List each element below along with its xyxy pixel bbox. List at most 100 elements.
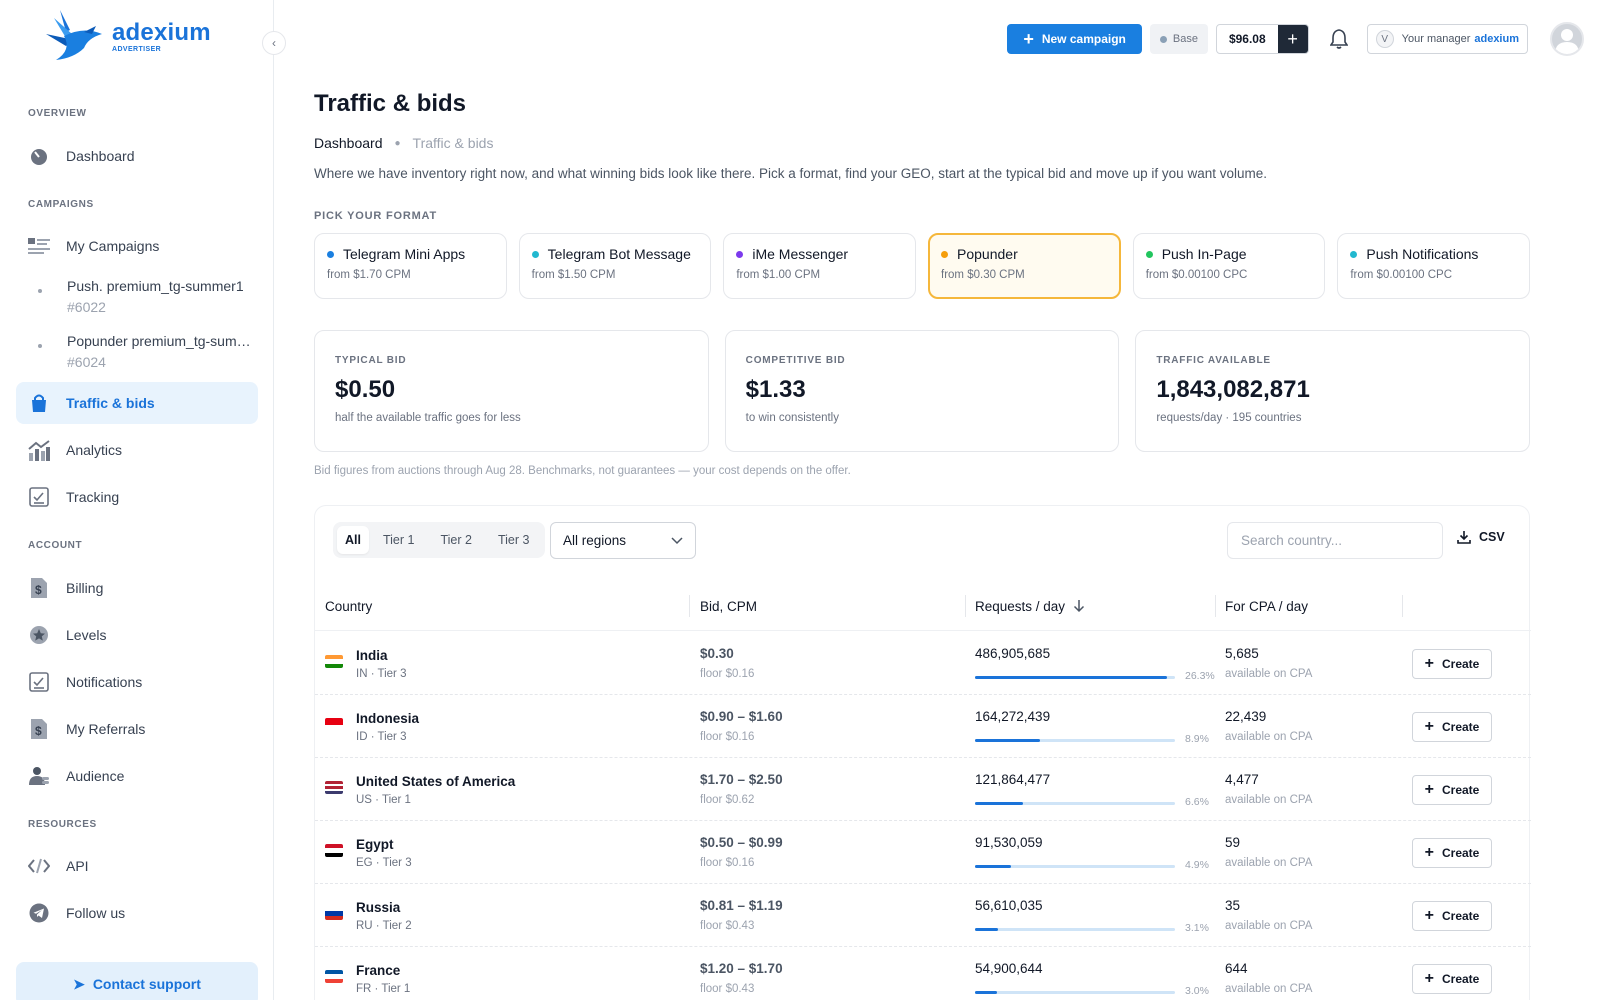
format-card[interactable]: Push In-Page from $0.00100 CPC [1132,233,1326,299]
format-card[interactable]: Telegram Bot Message from $1.50 CPM [518,233,712,299]
format-dot-icon [736,250,744,258]
format-dot-icon [327,250,334,258]
tier-tab-1[interactable]: Tier 1 [371,526,427,554]
bell-icon[interactable] [1327,27,1351,51]
bid-range: $0.50 – $0.99 [700,835,783,850]
manager-contact[interactable]: V Your manager adexium [1366,24,1528,54]
sidebar-campaign-6024[interactable]: Popunder premium_tg-summer2 #6024 [28,331,258,373]
region-select[interactable]: All regions [550,522,696,559]
cpa-subtext: available on CPA [1225,794,1313,806]
collapse-sidebar-button[interactable]: ‹ [262,31,286,55]
format-dot-icon [1350,250,1358,258]
traffic-share-fill [975,928,998,931]
requests-per-day: 486,905,685 [975,646,1051,661]
col-requests-label: Requests / day [975,598,1066,614]
flag-stripe [325,852,343,857]
stat-hint: requests/day · 195 countries [1156,412,1302,424]
sidebar-item-tracking[interactable]: Tracking [16,476,258,518]
table-row: Egypt EG · Tier 3 $0.50 – $0.99 floor $0… [315,821,1531,884]
format-card[interactable]: iMe Messenger from $1.00 CPM [723,233,917,299]
country-name: India [356,648,388,663]
page-title: Traffic & bids [314,90,467,117]
cpa-per-day: 59 [1225,835,1241,850]
chevron-down-icon [671,536,683,544]
tier-tab-2[interactable]: Tier 2 [428,526,484,554]
stat-value: $0.50 [335,376,396,403]
sidebar-item-label: Traffic & bids [66,395,155,411]
format-name: Push Notifications [1366,246,1479,262]
sidebar-item-my-referrals[interactable]: $ My Referrals [16,708,258,750]
sidebar-item-label: Notifications [66,674,143,690]
bullet-dot-icon [38,344,42,348]
sidebar-item-billing[interactable]: $ Billing [16,567,258,609]
sidebar-item-label: My Campaigns [66,238,160,254]
csv-download-button[interactable]: CSV [1457,530,1505,544]
sidebar-item-analytics[interactable]: Analytics [16,429,258,471]
plus-icon: + [1424,970,1434,987]
sidebar-campaign-6022[interactable]: Push. premium_tg-summer1 #6022 [28,276,258,318]
format-name: Push In-Page [1161,246,1247,262]
create-campaign-button[interactable]: + Create [1412,838,1492,868]
sidebar-item-label: Levels [66,627,107,643]
sidebar-item-notifications[interactable]: Notifications [16,661,258,703]
code-brackets-icon [28,855,50,877]
sidebar-item-follow-us[interactable]: Follow us [16,892,258,934]
tier-tab-all[interactable]: All [337,526,369,554]
table-row: France FR · Tier 1 $1.20 – $1.70 floor $… [315,947,1531,1000]
shopping-bag-icon [28,392,50,414]
col-bid[interactable]: Bid, CPM [700,581,757,631]
traffic-share-fill [975,865,1011,868]
stat-hint: to win consistently [745,412,839,424]
flag-stripe [325,915,343,920]
sidebar-item-traffic-bids[interactable]: Traffic & bids [16,382,258,424]
typical-bid-card: TYPICAL BID $0.50 half the available tra… [314,330,709,452]
create-campaign-button[interactable]: + Create [1412,901,1492,931]
col-country[interactable]: Country [325,581,372,631]
bid-stats: TYPICAL BID $0.50 half the available tra… [314,330,1531,452]
flag-stripe [325,724,343,731]
telegram-icon [28,902,50,924]
create-campaign-button[interactable]: + Create [1412,649,1492,679]
bid-range: $0.90 – $1.60 [700,709,783,724]
add-funds-button[interactable]: + [1277,25,1308,53]
format-card[interactable]: Popunder from $0.30 CPM [928,233,1121,299]
sidebar-item-label: Billing [66,580,104,596]
format-card[interactable]: Telegram Mini Apps from $1.70 CPM [314,233,507,299]
col-requests[interactable]: Requests / day [975,581,1085,631]
bid-floor: floor $0.16 [700,731,755,743]
create-label: Create [1441,846,1480,860]
sidebar-item-api[interactable]: API [16,845,258,887]
contact-support-button[interactable]: ➤ Contact support [16,962,258,1000]
tier-tab-3[interactable]: Tier 3 [486,526,542,554]
table-row: Indonesia ID · Tier 3 $0.90 – $1.60 floo… [315,695,1531,758]
sidebar-item-dashboard[interactable]: Dashboard [16,135,258,177]
format-picker: Telegram Mini Apps from $1.70 CPM Telegr… [314,233,1531,299]
plan-label: Base [1172,33,1198,45]
format-card[interactable]: Push Notifications from $0.00100 CPC [1337,233,1531,299]
logo[interactable]: adexium ADVERTISER [44,8,211,64]
cpa-per-day: 5,685 [1225,646,1259,661]
create-campaign-button[interactable]: + Create [1412,775,1492,805]
country-code-tier: RU · Tier 2 [356,920,412,932]
new-campaign-button[interactable]: + New campaign [1007,24,1142,54]
balance-amount: $96.08 [1228,32,1266,46]
col-cpa[interactable]: For CPA / day [1225,581,1308,631]
bullet-dot-icon [38,289,42,293]
create-campaign-button[interactable]: + Create [1412,964,1492,994]
sidebar-item-levels[interactable]: Levels [16,614,258,656]
format-dot-icon [531,250,539,258]
format-price: from $0.00100 CPC [1145,269,1248,281]
cpa-per-day: 644 [1225,961,1248,976]
avatar[interactable] [1550,22,1584,56]
sidebar-item-audience[interactable]: Audience [16,755,258,797]
sidebar-item-my-campaigns[interactable]: My Campaigns [16,225,258,267]
traffic-share-bar [975,802,1175,805]
breadcrumb: Dashboard ● Traffic & bids [314,135,493,151]
levels-star-icon [28,624,50,646]
create-campaign-button[interactable]: + Create [1412,712,1492,742]
bid-range: $1.20 – $1.70 [700,961,783,976]
search-country-input[interactable] [1227,522,1443,559]
column-divider [1215,595,1216,617]
plan-badge[interactable]: Base [1149,24,1208,54]
breadcrumb-dashboard[interactable]: Dashboard [314,135,383,151]
